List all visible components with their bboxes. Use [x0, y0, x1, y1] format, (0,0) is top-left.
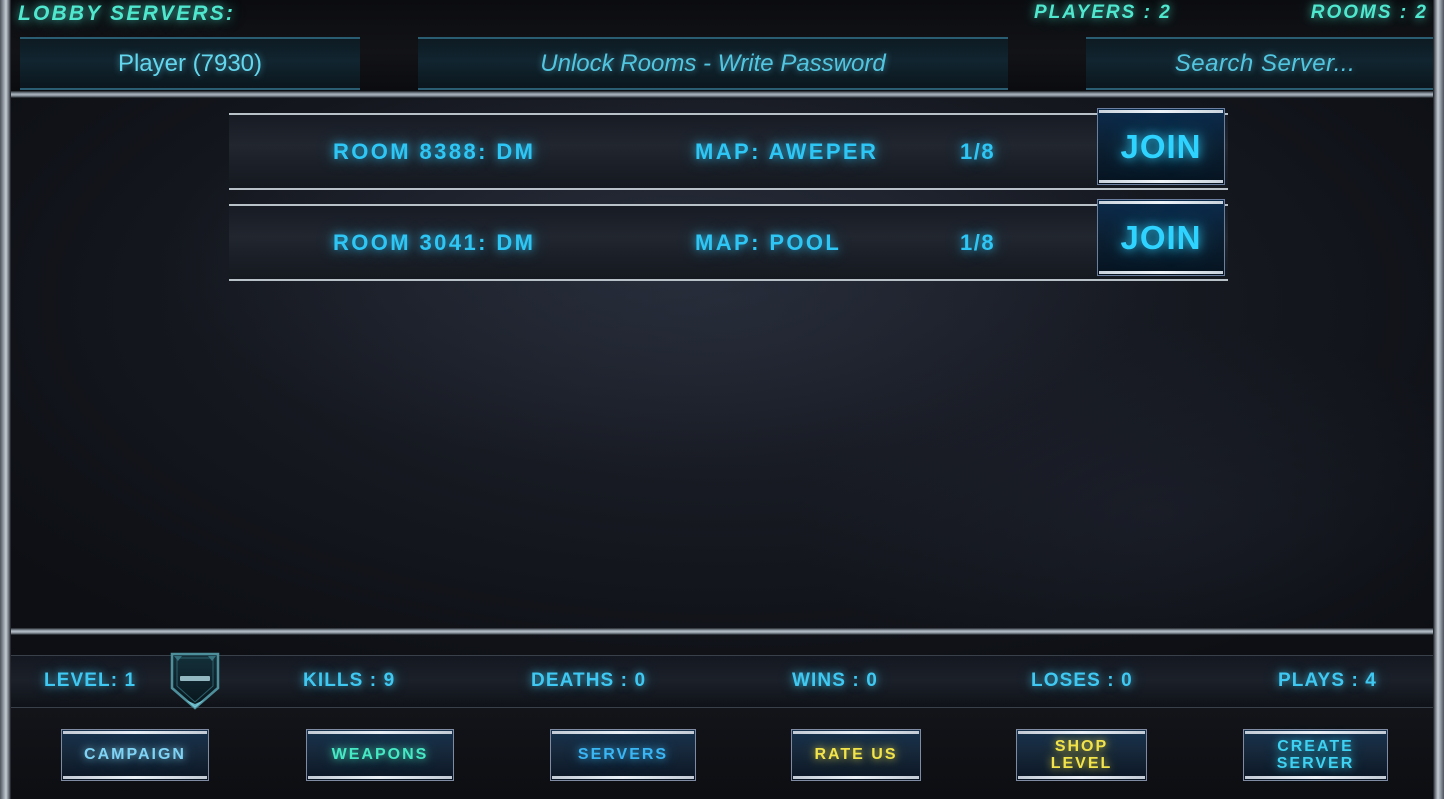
- room-map: MAP: POOL: [695, 229, 842, 255]
- button-top-cap: [63, 731, 207, 734]
- button-top-cap: [793, 731, 919, 734]
- room-name: ROOM 8388: DM: [333, 138, 536, 164]
- shop-level-button[interactable]: SHOP LEVEL: [1016, 729, 1147, 781]
- button-top-cap: [552, 731, 694, 734]
- button-bottom-cap: [308, 776, 452, 779]
- stat-loses: LOSES : 0: [1031, 670, 1133, 691]
- room-list: ROOM 8388: DM MAP: AWEPER 1/8 JOIN ROOM …: [229, 108, 1228, 295]
- rate-us-button[interactable]: RATE US: [791, 729, 921, 781]
- create-server-button[interactable]: CREATE SERVER: [1243, 729, 1388, 781]
- join-button-label: JOIN: [1120, 218, 1202, 256]
- stat-plays: PLAYS : 4: [1278, 670, 1377, 691]
- rate-us-button-label: RATE US: [814, 746, 898, 764]
- rooms-count-label: ROOMS : 2: [1310, 2, 1428, 23]
- unlock-rooms-password-placeholder: Unlock Rooms - Write Password: [540, 49, 886, 77]
- bottom-navigation-bar: CAMPAIGN WEAPONS SERVERS RATE US SHOP LE…: [0, 708, 1444, 799]
- shop-level-button-label: SHOP LEVEL: [1050, 737, 1113, 772]
- servers-button-label: SERVERS: [577, 746, 669, 764]
- join-button[interactable]: JOIN: [1097, 199, 1225, 276]
- server-list-panel: ROOM 8388: DM MAP: AWEPER 1/8 JOIN ROOM …: [0, 100, 1444, 628]
- room-slots: 1/8: [960, 229, 996, 255]
- search-server-input[interactable]: Search Server...: [1086, 37, 1444, 90]
- stat-wins: WINS : 0: [792, 670, 878, 691]
- button-bottom-cap: [63, 776, 207, 779]
- campaign-button[interactable]: CAMPAIGN: [61, 729, 209, 781]
- join-button[interactable]: JOIN: [1097, 108, 1225, 185]
- table-row[interactable]: ROOM 8388: DM MAP: AWEPER 1/8 JOIN: [229, 108, 1228, 190]
- room-name: ROOM 3041: DM: [333, 229, 536, 255]
- button-top-cap: [1018, 731, 1145, 734]
- join-button-top-cap: [1099, 110, 1223, 113]
- servers-button[interactable]: SERVERS: [550, 729, 696, 781]
- players-count-label: PLAYERS : 2: [1034, 2, 1172, 23]
- join-button-bottom-cap: [1099, 180, 1223, 183]
- room-map: MAP: AWEPER: [695, 138, 879, 164]
- stat-deaths: DEATHS : 0: [531, 670, 647, 691]
- button-bottom-cap: [1018, 776, 1145, 779]
- lobby-header: LOBBY SERVERS: PLAYERS : 2 ROOMS : 2 Pla…: [0, 0, 1444, 98]
- button-top-cap: [308, 731, 452, 734]
- create-server-button-label: CREATE SERVER: [1276, 737, 1355, 772]
- page-title: LOBBY SERVERS:: [18, 2, 236, 25]
- player-name-input[interactable]: Player (7930): [20, 37, 360, 90]
- shield-rank-badge-icon: [168, 650, 222, 712]
- table-row[interactable]: ROOM 3041: DM MAP: POOL 1/8 JOIN: [229, 199, 1228, 281]
- stat-kills: KILLS : 9: [303, 670, 396, 691]
- join-button-label: JOIN: [1120, 127, 1202, 165]
- button-bottom-cap: [793, 776, 919, 779]
- unlock-rooms-password-input[interactable]: Unlock Rooms - Write Password: [418, 37, 1008, 90]
- button-bottom-cap: [1245, 776, 1386, 779]
- campaign-button-label: CAMPAIGN: [84, 746, 186, 764]
- search-server-placeholder: Search Server...: [1174, 49, 1356, 77]
- weapons-button-label: WEAPONS: [331, 746, 429, 764]
- join-button-bottom-cap: [1099, 271, 1223, 274]
- button-bottom-cap: [552, 776, 694, 779]
- button-top-cap: [1245, 731, 1386, 734]
- player-name-value: Player (7930): [117, 49, 263, 77]
- room-slots: 1/8: [960, 138, 996, 164]
- stat-level: LEVEL: 1: [44, 670, 137, 691]
- game-lobby-screen: LOBBY SERVERS: PLAYERS : 2 ROOMS : 2 Pla…: [0, 0, 1444, 799]
- weapons-button[interactable]: WEAPONS: [306, 729, 454, 781]
- join-button-top-cap: [1099, 201, 1223, 204]
- stats-divider: [0, 628, 1444, 635]
